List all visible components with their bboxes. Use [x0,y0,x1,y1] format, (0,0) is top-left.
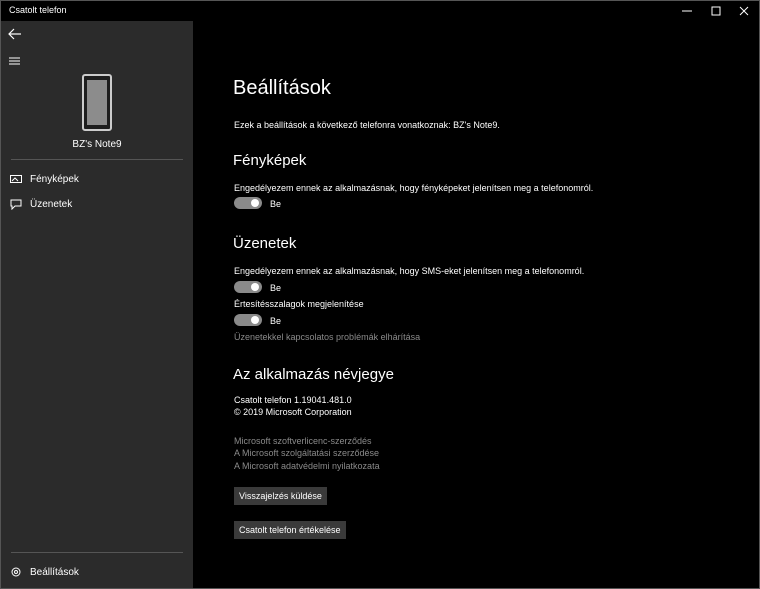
feedback-button[interactable]: Visszajelzés küldése [234,487,327,505]
minimize-button[interactable] [673,1,701,21]
toggle-knob [251,316,259,324]
close-icon [739,6,749,16]
about-heading: Az alkalmazás névjegye [233,366,394,383]
phone-icon [82,74,112,131]
back-arrow-icon [8,28,21,40]
banners-toggle-label: Be [270,316,282,326]
troubleshoot-link[interactable]: Üzenetekkel kapcsolatos problémák elhárí… [234,332,420,342]
messages-heading: Üzenetek [233,235,297,252]
messages-toggle-label: Be [270,283,282,293]
license-link[interactable]: Microsoft szoftverlicenc-szerződés [234,436,372,446]
close-button[interactable] [730,1,758,21]
sidebar-item-label: Beállítások [30,566,79,578]
messages-description: Engedélyezem ennek az alkalmazásnak, hog… [234,266,585,276]
photos-heading: Fényképek [233,152,307,169]
messages-toggle[interactable] [234,281,262,293]
photos-icon [8,172,24,186]
maximize-button[interactable] [702,1,730,21]
hamburger-icon [9,57,20,65]
photos-toggle-label: Be [270,199,282,209]
photos-toggle[interactable] [234,197,262,209]
sidebar-item-messages[interactable]: Üzenetek [1,192,193,216]
banners-label: Értesítésszalagok megjelenítése [234,299,364,309]
phone-name: BZ's Note9 [72,139,122,150]
copyright: © 2019 Microsoft Corporation [234,407,352,417]
gear-icon [8,565,24,579]
sidebar-item-label: Üzenetek [30,198,73,210]
sidebar: BZ's Note9 Fényképek Üzenetek Beállításo… [1,21,193,588]
maximize-icon [711,6,721,16]
sidebar-bottom-divider [11,552,183,553]
minimize-icon [682,10,692,12]
privacy-link[interactable]: A Microsoft adatvédelmi nyilatkozata [234,461,380,471]
toggle-knob [251,283,259,291]
toggle-knob [251,199,259,207]
back-button[interactable] [7,26,23,42]
intro-text: Ezek a beállítások a következő telefonra… [234,120,500,130]
sidebar-item-settings[interactable]: Beállítások [1,560,193,584]
sidebar-item-photos[interactable]: Fényképek [1,167,193,191]
page-title: Beállítások [233,77,331,99]
settings-page: Beállítások Ezek a beállítások a követke… [194,21,759,588]
app-version: Csatolt telefon 1.19041.481.0 [234,395,352,405]
title-bar: Csatolt telefon [1,1,759,21]
rate-app-button[interactable]: Csatolt telefon értékelése [234,521,346,539]
sidebar-item-label: Fényképek [30,173,79,185]
photos-description: Engedélyezem ennek az alkalmazásnak, hog… [234,183,594,193]
services-agreement-link[interactable]: A Microsoft szolgáltatási szerződése [234,448,379,458]
menu-button[interactable] [8,54,22,66]
banners-toggle[interactable] [234,314,262,326]
app-window: Csatolt telefon BZ's Note9 Fényképek Üze… [0,0,760,589]
phone-screen [87,80,107,125]
messages-icon [8,197,24,211]
sidebar-divider [11,159,183,160]
window-title: Csatolt telefon [9,5,67,15]
